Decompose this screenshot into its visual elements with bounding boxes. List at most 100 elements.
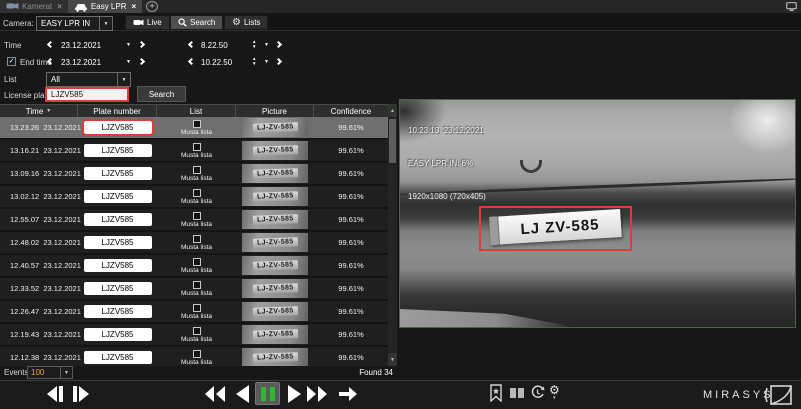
next-date-icon[interactable] bbox=[138, 41, 145, 48]
blacklist-checkbox[interactable] bbox=[193, 281, 201, 289]
instant-replay-icon[interactable] bbox=[530, 385, 545, 400]
play-button[interactable] bbox=[286, 383, 303, 405]
tab-kamerat[interactable]: Kamerat × bbox=[0, 0, 68, 13]
search-tab-button[interactable]: Search bbox=[170, 15, 223, 30]
blacklist-checkbox[interactable] bbox=[193, 235, 201, 243]
tab-easy-lpr[interactable]: Easy LPR × bbox=[68, 0, 142, 13]
blacklist-checkbox[interactable] bbox=[193, 143, 201, 151]
plate-thumbnail[interactable]: LJ-ZV-585 bbox=[242, 187, 308, 206]
plate-thumbnail[interactable]: LJ-ZV-585 bbox=[242, 302, 308, 321]
next-time-icon[interactable] bbox=[275, 58, 282, 65]
license-plate-input[interactable]: LJZV585 bbox=[45, 87, 129, 102]
list-select[interactable]: All ▼ bbox=[46, 72, 131, 87]
add-tab-button[interactable]: + bbox=[146, 1, 158, 12]
row-plate-value[interactable]: LJZV585 bbox=[84, 121, 152, 134]
time-spinner[interactable]: ▲▼ bbox=[252, 57, 256, 66]
camera-select[interactable]: EASY LPR IN ▼ bbox=[36, 16, 113, 31]
table-row[interactable]: 13.09.16 23.12.2021 LJZV585 Musta lista … bbox=[0, 163, 397, 184]
row-plate-value[interactable]: LJZV585 bbox=[84, 167, 152, 180]
bookmark-star-icon[interactable] bbox=[489, 384, 503, 402]
blacklist-checkbox[interactable] bbox=[193, 120, 201, 128]
close-icon[interactable]: × bbox=[131, 2, 136, 11]
plate-thumbnail[interactable]: LJ-ZV-585 bbox=[242, 256, 308, 275]
pause-button[interactable] bbox=[255, 382, 280, 405]
scrollbar-thumb[interactable] bbox=[389, 119, 396, 163]
row-plate-value[interactable]: LJZV585 bbox=[84, 351, 152, 364]
row-plate-value[interactable]: LJZV585 bbox=[84, 305, 152, 318]
blacklist-checkbox[interactable] bbox=[193, 189, 201, 197]
chevron-down-icon[interactable]: ▼ bbox=[60, 367, 72, 378]
blacklist-checkbox[interactable] bbox=[193, 327, 201, 335]
header-list[interactable]: List bbox=[157, 105, 236, 117]
prev-date-icon[interactable] bbox=[47, 41, 54, 48]
scroll-up-icon[interactable]: ▲ bbox=[388, 104, 397, 117]
table-row[interactable]: 12.33.52 23.12.2021 LJZV585 Musta lista … bbox=[0, 278, 397, 299]
scroll-down-icon[interactable]: ▼ bbox=[388, 353, 397, 366]
lists-button[interactable]: ⚙ Lists bbox=[224, 15, 268, 30]
close-icon[interactable]: × bbox=[57, 2, 62, 11]
end-clock-value[interactable]: 10.22.50 bbox=[201, 58, 232, 67]
plate-thumbnail[interactable]: LJ-ZV-585 bbox=[242, 233, 308, 252]
plate-thumbnail[interactable]: LJ-ZV-585 bbox=[242, 118, 308, 137]
chevron-down-icon[interactable]: ▼ bbox=[117, 73, 130, 86]
dual-pane-icon[interactable] bbox=[509, 387, 525, 399]
table-row[interactable]: 12.55.07 23.12.2021 LJZV585 Musta lista … bbox=[0, 209, 397, 230]
table-row[interactable]: 13.16.21 23.12.2021 LJZV585 Musta lista … bbox=[0, 140, 397, 161]
row-plate-value[interactable]: LJZV585 bbox=[84, 213, 152, 226]
table-scrollbar[interactable]: ▲ ▼ bbox=[388, 104, 397, 366]
video-panel[interactable]: LJ ZV-585 10.23.13 23.12.2021 EASY LPR I… bbox=[399, 99, 796, 328]
blacklist-checkbox[interactable] bbox=[193, 350, 201, 358]
plate-thumbnail[interactable]: LJ-ZV-585 bbox=[242, 325, 308, 344]
step-forward-button[interactable] bbox=[70, 383, 92, 405]
table-row[interactable]: 13.23.26 23.12.2021 LJZV585 Musta lista … bbox=[0, 117, 397, 138]
time-dropdown-icon[interactable]: ▼ bbox=[264, 43, 269, 48]
date-dropdown-icon[interactable]: ▼ bbox=[126, 43, 131, 48]
row-plate-value[interactable]: LJZV585 bbox=[84, 259, 152, 272]
row-plate-value[interactable]: LJZV585 bbox=[84, 328, 152, 341]
time-clock-value[interactable]: 8.22.50 bbox=[201, 41, 228, 50]
header-picture[interactable]: Picture bbox=[236, 105, 314, 117]
date-dropdown-icon[interactable]: ▼ bbox=[126, 60, 131, 65]
table-row[interactable]: 12.48.02 23.12.2021 LJZV585 Musta lista … bbox=[0, 232, 397, 253]
row-plate-value[interactable]: LJZV585 bbox=[84, 282, 152, 295]
row-plate-value[interactable]: LJZV585 bbox=[84, 144, 152, 157]
live-button[interactable]: Live bbox=[125, 15, 170, 30]
next-date-icon[interactable] bbox=[138, 58, 145, 65]
plate-thumbnail[interactable]: LJ-ZV-585 bbox=[242, 348, 308, 366]
jump-forward-button[interactable] bbox=[336, 383, 360, 405]
plate-thumbnail[interactable]: LJ-ZV-585 bbox=[242, 279, 308, 298]
row-plate-value[interactable]: LJZV585 bbox=[84, 190, 152, 203]
blacklist-checkbox[interactable] bbox=[193, 166, 201, 174]
next-time-icon[interactable] bbox=[275, 41, 282, 48]
blacklist-checkbox[interactable] bbox=[193, 258, 201, 266]
rewind-button[interactable] bbox=[203, 383, 227, 405]
fast-forward-button[interactable] bbox=[305, 383, 329, 405]
search-button[interactable]: Search bbox=[137, 86, 186, 102]
play-backward-button[interactable] bbox=[234, 383, 251, 405]
time-spinner[interactable]: ▲▼ bbox=[252, 40, 256, 49]
step-backward-button[interactable] bbox=[44, 383, 66, 405]
header-confidence[interactable]: Confidence bbox=[314, 105, 388, 117]
events-count-select[interactable]: 100 ▼ bbox=[27, 366, 73, 379]
blacklist-checkbox[interactable] bbox=[193, 304, 201, 312]
plate-thumbnail[interactable]: LJ-ZV-585 bbox=[242, 141, 308, 160]
table-row[interactable]: 12.26.47 23.12.2021 LJZV585 Musta lista … bbox=[0, 301, 397, 322]
time-date-value[interactable]: 23.12.2021 bbox=[61, 41, 101, 50]
plate-thumbnail[interactable]: LJ-ZV-585 bbox=[242, 164, 308, 183]
header-plate-number[interactable]: Plate number bbox=[78, 105, 157, 117]
end-time-checkbox[interactable]: ✓ bbox=[7, 57, 16, 66]
plate-thumbnail[interactable]: LJ-ZV-585 bbox=[242, 210, 308, 229]
header-time[interactable]: Time▼ bbox=[0, 105, 78, 117]
settings-gear-icon[interactable]: ⚙ ▼ bbox=[549, 384, 560, 401]
table-row[interactable]: 12.12.38 23.12.2021 LJZV585 Musta lista … bbox=[0, 347, 397, 366]
chevron-down-icon[interactable]: ▼ bbox=[99, 17, 112, 30]
table-row[interactable]: 12.40.57 23.12.2021 LJZV585 Musta lista … bbox=[0, 255, 397, 276]
prev-time-icon[interactable] bbox=[188, 41, 195, 48]
table-row[interactable]: 13.02.12 23.12.2021 LJZV585 Musta lista … bbox=[0, 186, 397, 207]
time-dropdown-icon[interactable]: ▼ bbox=[264, 60, 269, 65]
row-plate-value[interactable]: LJZV585 bbox=[84, 236, 152, 249]
end-date-value[interactable]: 23.12.2021 bbox=[61, 58, 101, 67]
blacklist-checkbox[interactable] bbox=[193, 212, 201, 220]
table-row[interactable]: 12.19.43 23.12.2021 LJZV585 Musta lista … bbox=[0, 324, 397, 345]
prev-time-icon[interactable] bbox=[188, 58, 195, 65]
